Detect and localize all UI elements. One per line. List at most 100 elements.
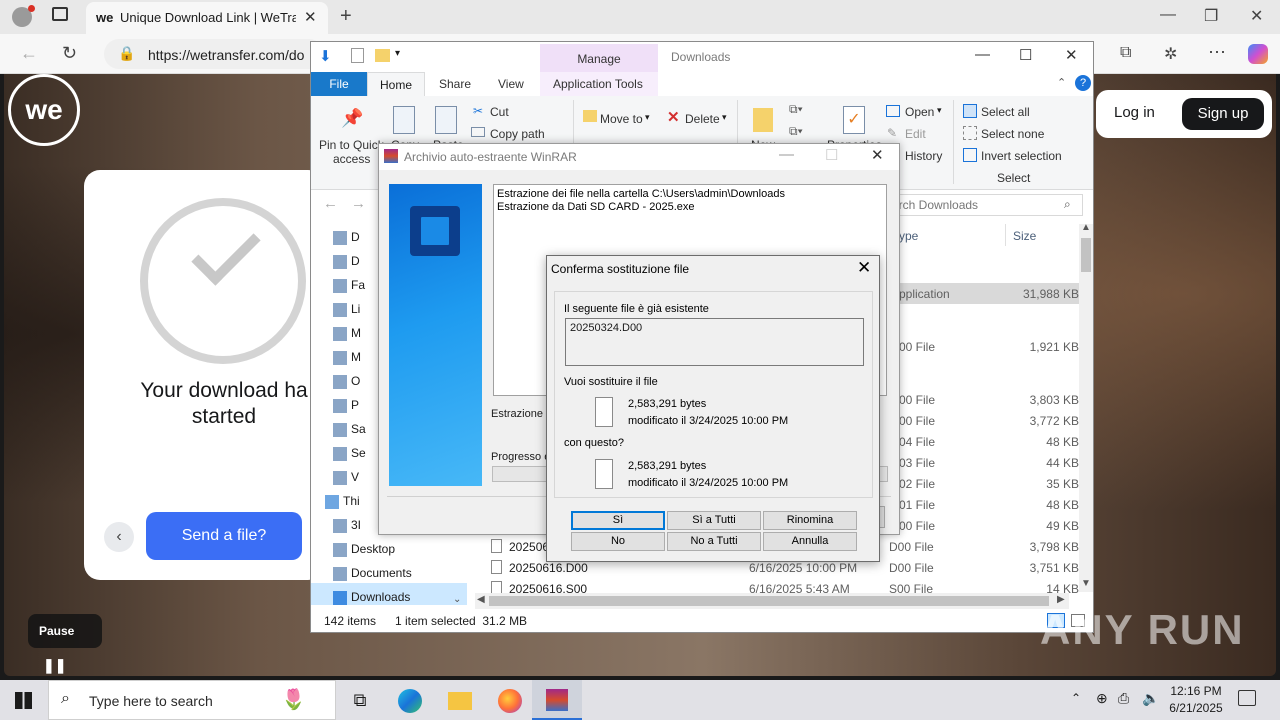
nav-item[interactable]: O <box>351 374 360 388</box>
extensions-icon[interactable]: ✲ <box>1164 44 1177 64</box>
nav-item[interactable]: 3I <box>351 518 361 532</box>
back-icon[interactable]: ← <box>20 43 38 64</box>
winrar-taskbar-icon[interactable] <box>532 680 582 720</box>
yes-button[interactable]: Sì <box>571 511 665 530</box>
new-tab-icon[interactable]: + <box>340 5 352 28</box>
tab-share[interactable]: Share <box>439 77 471 91</box>
invert-selection-button[interactable]: Invert selection <box>981 149 1062 163</box>
network-icon[interactable]: ⎙ <box>1118 690 1129 707</box>
copy-path-button[interactable]: Copy path <box>490 127 545 141</box>
copilot-icon[interactable] <box>1248 44 1268 64</box>
minimize-icon[interactable]: — <box>1160 6 1176 24</box>
pin-quick-access-button[interactable]: Pin to Quick <box>319 138 384 152</box>
nav-back-icon[interactable]: ← <box>323 195 338 212</box>
nav-forward-icon[interactable]: → <box>351 195 366 212</box>
customize-qat-icon[interactable]: ▾ <box>395 48 400 59</box>
nav-item[interactable]: Se <box>351 446 366 460</box>
yes-to-all-button[interactable]: Sì a Tutti <box>667 511 761 530</box>
nav-item[interactable]: D <box>351 230 360 244</box>
ribbon-collapse-icon[interactable]: ⌃ <box>1057 76 1066 89</box>
send-file-button[interactable]: Send a file? <box>146 512 302 560</box>
tab-close-icon[interactable]: ✕ <box>304 8 317 26</box>
delete-button[interactable]: Delete <box>685 112 720 126</box>
browser-tab-active[interactable]: we Unique Download Link | WeTransf ✕ <box>86 2 328 34</box>
site-info-icon[interactable]: 🔒 <box>118 45 135 62</box>
reload-icon[interactable]: ↻ <box>62 43 77 64</box>
show-hidden-icons-icon[interactable]: ⌃ <box>1071 691 1081 705</box>
signup-button[interactable]: Sign up <box>1182 98 1264 130</box>
nav-item[interactable]: Sa <box>351 422 366 436</box>
scroll-down-icon[interactable]: ▼ <box>1081 578 1091 589</box>
help-icon[interactable]: ? <box>1075 75 1091 91</box>
taskbar-clock[interactable]: 12:16 PM 6/21/2025 <box>1164 683 1228 717</box>
no-to-all-button[interactable]: No a Tutti <box>667 532 761 551</box>
pause-button[interactable]: Pause ❚❚ <box>28 614 102 673</box>
scroll-up-icon[interactable]: ▲ <box>1081 222 1091 233</box>
tab-application-tools[interactable]: Application Tools <box>553 77 643 91</box>
task-view-icon[interactable]: ⧉ <box>336 680 384 720</box>
cut-button[interactable]: Cut <box>490 105 509 119</box>
explorer-close-icon[interactable]: ✕ <box>1065 46 1078 64</box>
nav-item[interactable]: D <box>351 254 360 268</box>
collections-icon[interactable]: ⧉ <box>1120 44 1131 62</box>
back-arrow-icon[interactable]: ‹ <box>104 522 134 552</box>
tab-view[interactable]: View <box>498 77 524 91</box>
nav-scroll-down-icon[interactable]: ⌄ <box>453 594 461 605</box>
taskbar-search-box[interactable]: ⌕ Type here to search 🌷 <box>48 680 336 720</box>
nav-item[interactable]: Documents <box>351 566 412 580</box>
tab-file[interactable]: File <box>311 72 367 96</box>
volume-icon[interactable]: 🔈 <box>1142 690 1159 707</box>
new-item-icon[interactable]: ⧉▾ <box>789 102 803 117</box>
nav-item[interactable]: Desktop <box>351 542 395 556</box>
manage-contextual-tab[interactable]: Manage <box>540 44 658 74</box>
restore-icon[interactable]: ❐ <box>1204 6 1218 26</box>
tab-actions-icon[interactable] <box>52 7 68 21</box>
nav-item[interactable]: Thi <box>343 494 360 508</box>
horizontal-scroll-thumb[interactable] <box>489 596 1049 606</box>
explorer-maximize-icon[interactable]: ☐ <box>1019 46 1032 64</box>
history-button[interactable]: History <box>905 149 942 163</box>
nav-item[interactable]: M <box>351 326 361 340</box>
edge-icon[interactable] <box>386 680 434 720</box>
more-menu-icon[interactable]: ⋯ <box>1208 42 1226 63</box>
easy-access-icon[interactable]: ⧉▾ <box>789 124 803 139</box>
properties-small-icon[interactable] <box>351 48 364 63</box>
winrar-close-icon[interactable]: ✕ <box>871 146 884 164</box>
open-button[interactable]: Open <box>905 105 934 119</box>
nav-item[interactable]: P <box>351 398 359 412</box>
file-explorer-icon[interactable] <box>436 680 484 720</box>
start-button[interactable] <box>0 680 48 720</box>
horizontal-scrollbar[interactable]: ◀ ▶ <box>475 593 1069 609</box>
nav-item[interactable]: V <box>351 470 359 484</box>
vertical-scrollbar[interactable]: ▲ ▼ <box>1079 222 1093 592</box>
move-to-button[interactable]: Move to <box>600 112 643 126</box>
no-button[interactable]: No <box>571 532 665 551</box>
rename-button[interactable]: Rinomina <box>763 511 857 530</box>
select-none-button[interactable]: Select none <box>981 127 1044 141</box>
cancel-button[interactable]: Annulla <box>763 532 857 551</box>
nav-item[interactable]: Li <box>351 302 360 316</box>
nav-item[interactable]: Downloads <box>351 590 410 604</box>
search-downloads-input[interactable]: arch Downloads ⌕ <box>885 194 1083 216</box>
scroll-right-icon[interactable]: ▶ <box>1057 594 1065 605</box>
nav-item[interactable]: Fa <box>351 278 365 292</box>
confirm-close-icon[interactable]: ✕ <box>857 258 871 278</box>
select-all-button[interactable]: Select all <box>981 105 1030 119</box>
wetransfer-logo[interactable]: we <box>8 74 80 146</box>
quick-access-down-icon[interactable]: ⬇ <box>319 47 332 65</box>
firefox-icon[interactable] <box>486 680 534 720</box>
close-window-icon[interactable]: ✕ <box>1250 6 1263 26</box>
new-folder-small-icon[interactable] <box>375 49 390 62</box>
notifications-icon[interactable] <box>1238 690 1256 706</box>
url-field[interactable]: 🔒 https://wetransfer.com/do <box>104 39 324 69</box>
scroll-left-icon[interactable]: ◀ <box>477 594 485 605</box>
edit-button[interactable]: Edit <box>905 127 926 141</box>
login-button[interactable]: Log in <box>1114 104 1155 121</box>
explorer-minimize-icon[interactable]: — <box>975 46 990 63</box>
nav-item[interactable]: M <box>351 350 361 364</box>
tab-home[interactable]: Home <box>367 72 425 97</box>
winrar-maximize-icon[interactable]: ☐ <box>825 146 838 164</box>
vertical-scroll-thumb[interactable] <box>1081 238 1091 272</box>
network-status-icon[interactable]: ⊕ <box>1096 690 1108 707</box>
winrar-minimize-icon[interactable]: — <box>779 146 794 163</box>
